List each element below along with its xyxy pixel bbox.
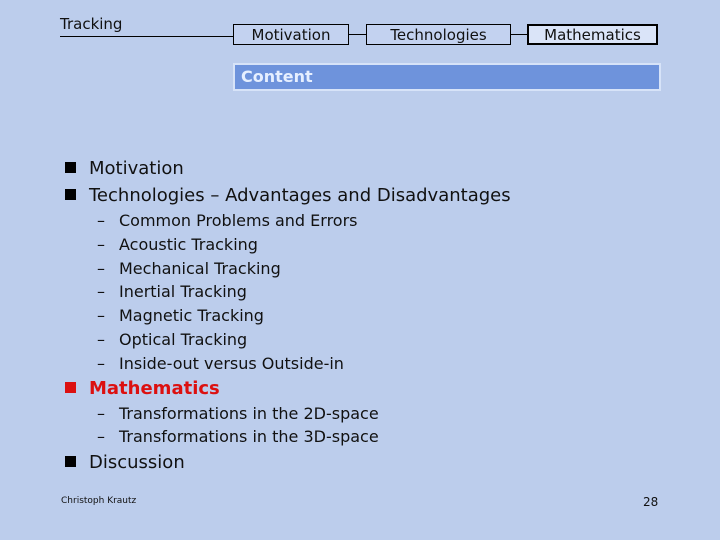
slide-title: Tracking — [60, 15, 123, 33]
sub-item-label: Inertial Tracking — [119, 282, 247, 301]
sub-item-label: Transformations in the 2D-space — [119, 404, 379, 423]
nav-connector — [349, 34, 366, 35]
content-label: Content — [241, 67, 313, 86]
square-bullet-icon — [65, 189, 76, 200]
sub-item-label: Common Problems and Errors — [119, 211, 358, 230]
square-bullet-icon — [65, 382, 76, 393]
content-section-bar: Content — [233, 63, 661, 91]
dash-bullet: – — [97, 330, 105, 349]
dash-bullet: – — [97, 235, 105, 254]
outline-item-mathematics[interactable]: Mathematics — [65, 378, 220, 399]
dash-bullet: – — [97, 427, 105, 446]
outline-item-discussion[interactable]: Discussion — [65, 452, 185, 473]
sub-item[interactable]: – Optical Tracking — [97, 330, 247, 349]
square-bullet-icon — [65, 456, 76, 467]
sub-item[interactable]: – Acoustic Tracking — [97, 235, 258, 254]
dash-bullet: – — [97, 354, 105, 373]
dash-bullet: – — [97, 306, 105, 325]
sub-item-label: Acoustic Tracking — [119, 235, 258, 254]
sub-item-label: Optical Tracking — [119, 330, 248, 349]
sub-item[interactable]: – Magnetic Tracking — [97, 306, 264, 325]
footer-author: Christoph Krautz — [61, 496, 137, 506]
nav-connector — [511, 34, 528, 35]
page-number: 28 — [643, 495, 659, 509]
sub-item-label: Magnetic Tracking — [119, 306, 264, 325]
sub-item[interactable]: – Inertial Tracking — [97, 282, 247, 301]
dash-bullet: – — [97, 211, 105, 230]
dash-bullet: – — [97, 282, 105, 301]
dash-bullet: – — [97, 404, 105, 423]
sub-item[interactable]: – Mechanical Tracking — [97, 259, 281, 278]
outline-label: Mathematics — [89, 378, 220, 399]
nav-technologies[interactable]: Technologies — [366, 24, 511, 45]
sub-item[interactable]: – Inside-out versus Outside-in — [97, 354, 344, 373]
outline-item-motivation[interactable]: Motivation — [65, 158, 184, 179]
sub-item-label: Inside-out versus Outside-in — [119, 354, 344, 373]
sub-item[interactable]: – Transformations in the 3D-space — [97, 427, 379, 446]
outline-item-technologies[interactable]: Technologies – Advantages and Disadvanta… — [65, 185, 511, 206]
sub-item-label: Transformations in the 3D-space — [119, 427, 379, 446]
sub-item-label: Mechanical Tracking — [119, 259, 281, 278]
square-bullet-icon — [65, 162, 76, 173]
title-underline — [60, 36, 233, 37]
sub-item[interactable]: – Transformations in the 2D-space — [97, 404, 379, 423]
dash-bullet: – — [97, 259, 105, 278]
nav-motivation[interactable]: Motivation — [233, 24, 349, 45]
nav-mathematics[interactable]: Mathematics — [527, 24, 658, 45]
outline-label: Discussion — [89, 452, 185, 473]
sub-item[interactable]: – Common Problems and Errors — [97, 211, 358, 230]
outline-label: Technologies – Advantages and Disadvanta… — [89, 185, 511, 206]
outline-label: Motivation — [89, 158, 184, 179]
